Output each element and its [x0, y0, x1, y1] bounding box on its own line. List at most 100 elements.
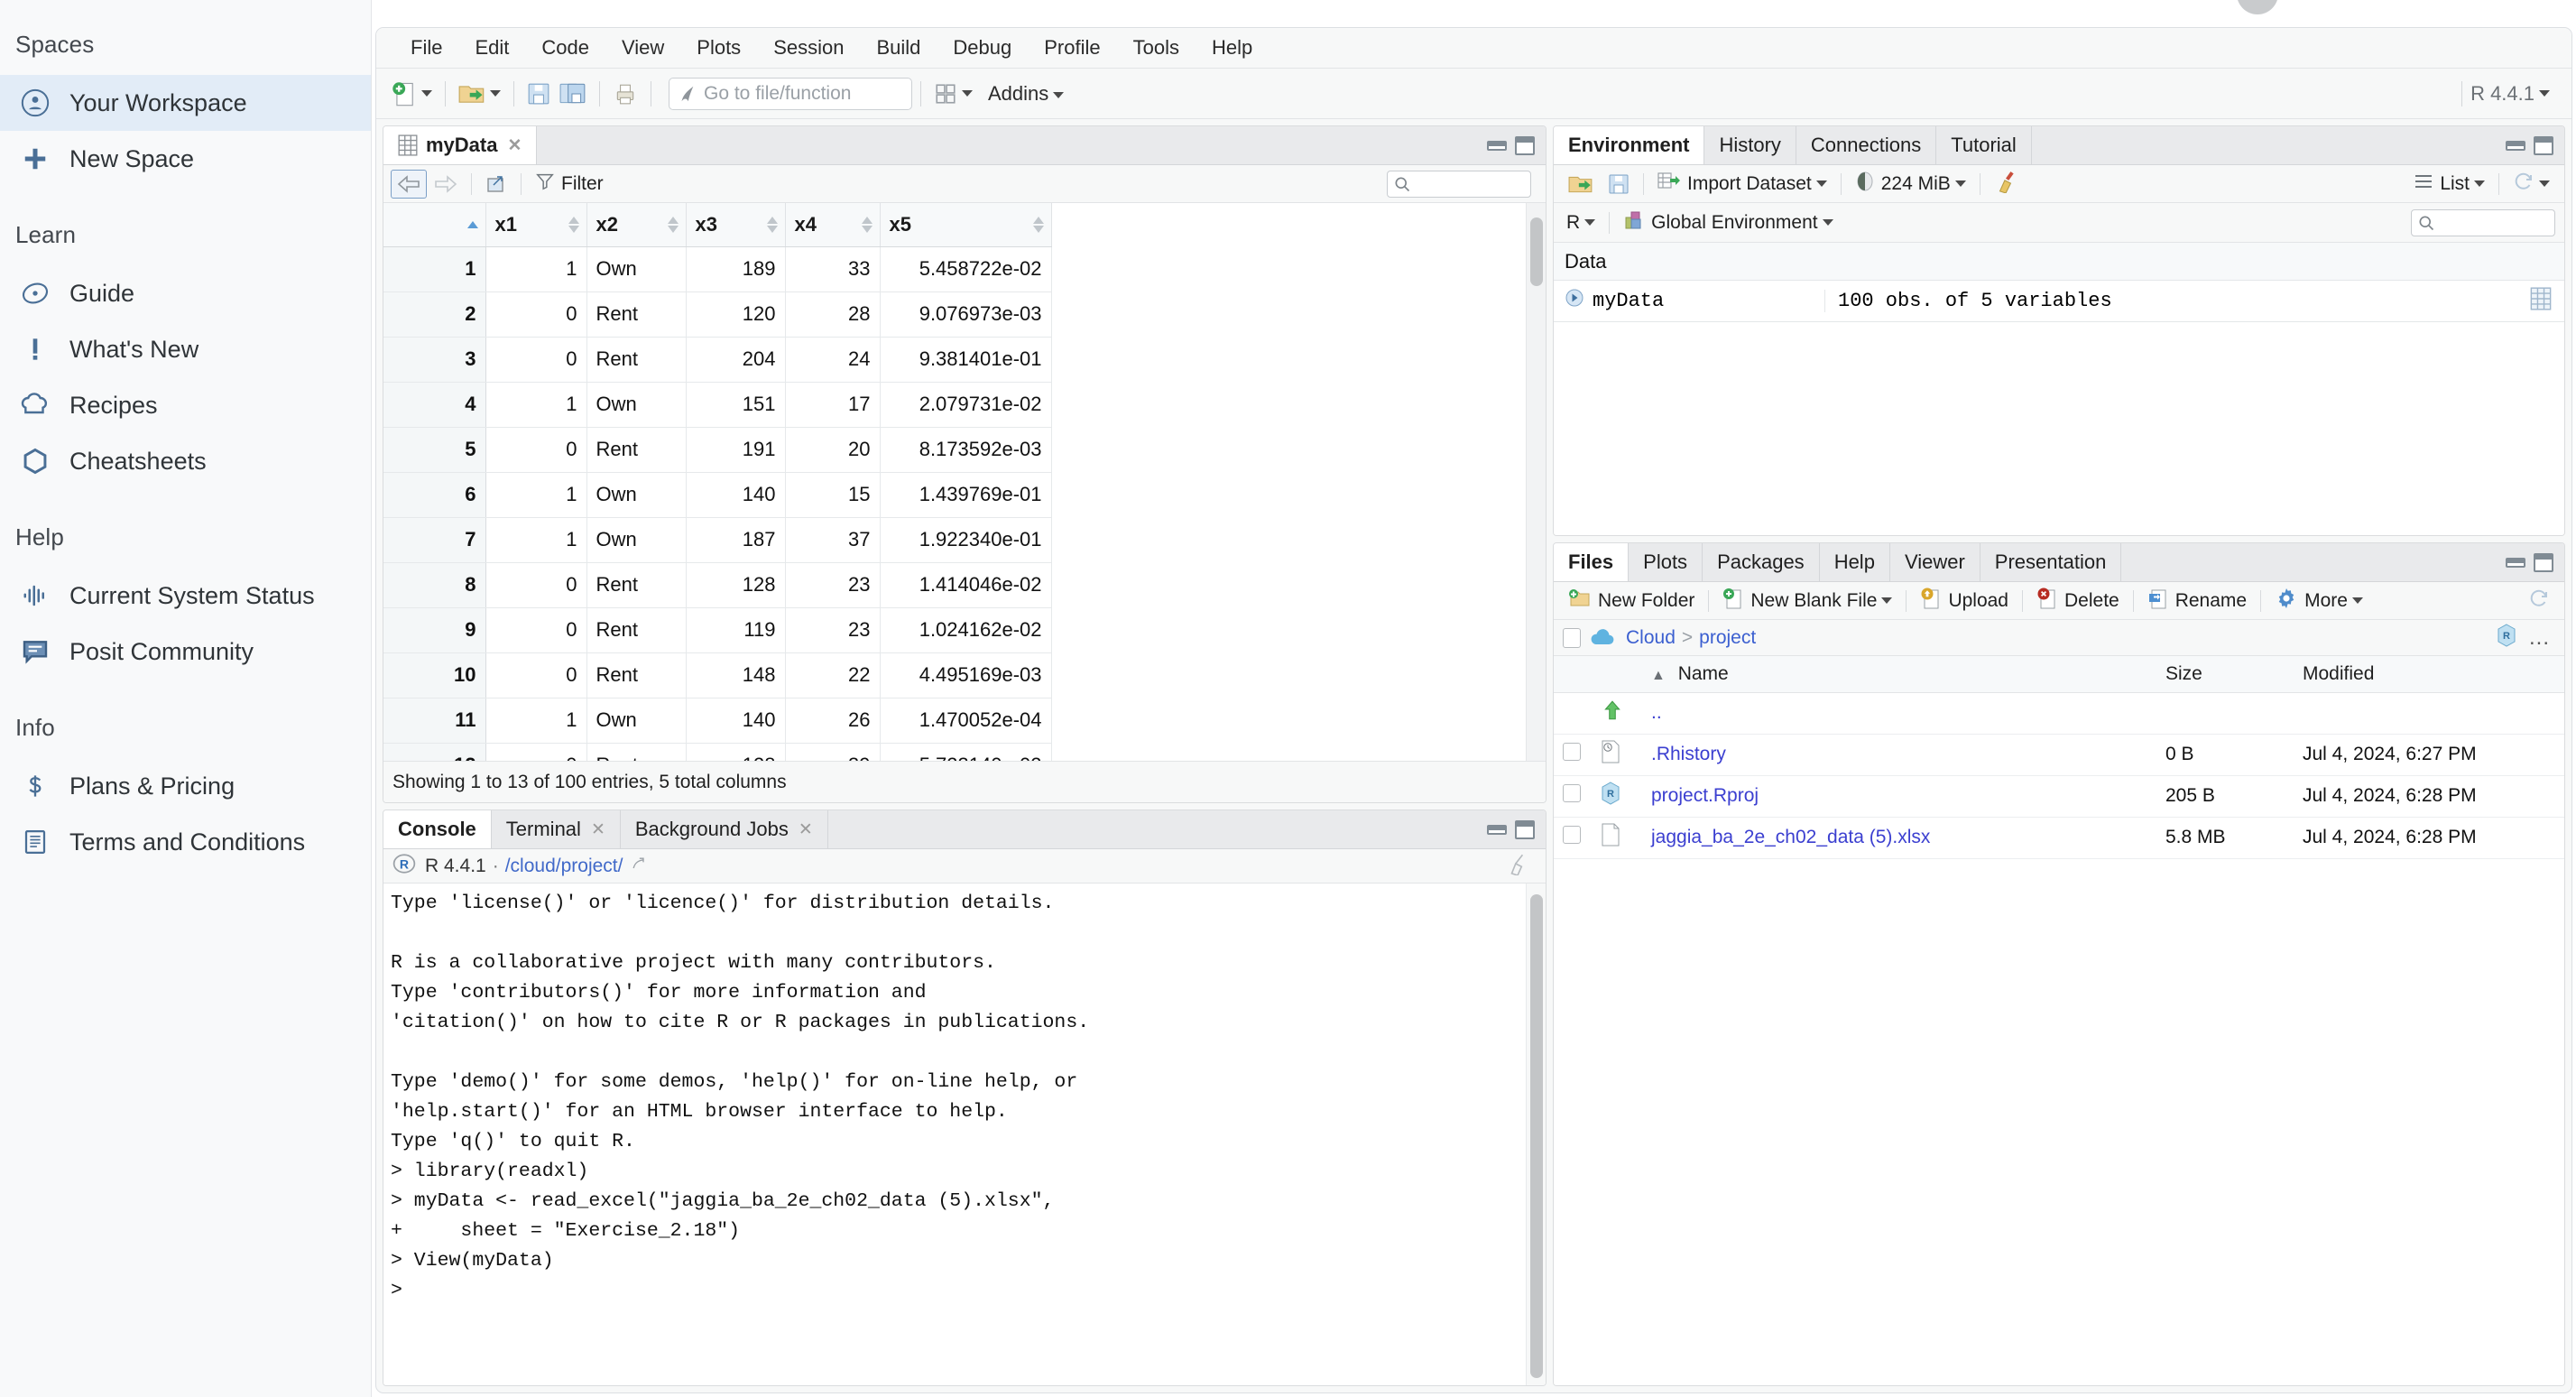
addins-button[interactable]: Addins: [988, 82, 1048, 106]
open-file-button[interactable]: [454, 75, 505, 113]
refresh-files-button[interactable]: [2521, 586, 2557, 616]
tab-plots[interactable]: Plots: [1629, 543, 1703, 581]
sort-arrows[interactable]: [1032, 216, 1044, 233]
menu-view[interactable]: View: [605, 32, 680, 63]
chevron-down-icon[interactable]: [421, 90, 432, 97]
files-column-header-modified[interactable]: Modified: [2294, 656, 2564, 693]
sidebar-item-recipes[interactable]: Recipes: [0, 377, 371, 433]
broom-icon[interactable]: [1506, 852, 1537, 881]
tab-terminal[interactable]: Terminal ✕: [491, 810, 621, 848]
minimize-pane-icon[interactable]: [2506, 557, 2525, 568]
menu-file[interactable]: File: [394, 32, 458, 63]
more-button[interactable]: More: [2267, 586, 2370, 616]
sidebar-item-plans-pricing[interactable]: Plans & Pricing: [0, 758, 371, 814]
column-header-rownum[interactable]: [383, 203, 486, 247]
file-name-cell[interactable]: jaggia_ba_2e_ch02_data (5).xlsx: [1642, 817, 2156, 859]
tab-packages[interactable]: Packages: [1703, 543, 1820, 581]
sort-arrows[interactable]: [568, 216, 579, 233]
file-name-link[interactable]: .Rhistory: [1651, 744, 1726, 764]
sidebar-item-new-space[interactable]: New Space: [0, 131, 371, 187]
tab-connections[interactable]: Connections: [1796, 126, 1937, 164]
tab-environment[interactable]: Environment: [1554, 126, 1705, 164]
sort-arrows[interactable]: [861, 216, 873, 233]
menu-session[interactable]: Session: [757, 32, 860, 63]
chevron-down-icon[interactable]: [1053, 91, 1065, 98]
refresh-environment-button[interactable]: [2506, 169, 2557, 199]
file-name-link[interactable]: project.Rproj: [1651, 785, 1759, 806]
column-header-x1[interactable]: x1: [485, 203, 587, 247]
files-overflow-menu[interactable]: ...: [2529, 625, 2550, 651]
avatar[interactable]: [2237, 0, 2278, 14]
file-name-link[interactable]: ..: [1651, 702, 1662, 723]
menu-build[interactable]: Build: [860, 32, 937, 63]
tab-help[interactable]: Help: [1819, 543, 1890, 581]
data-viewer-scrollbar[interactable]: [1526, 203, 1546, 761]
chevron-down-icon[interactable]: [1954, 180, 1966, 187]
tab-mydata[interactable]: myData ✕: [383, 126, 538, 164]
chevron-down-icon[interactable]: [962, 90, 973, 97]
file-select-checkbox[interactable]: [1563, 743, 1581, 761]
file-name-cell[interactable]: .Rhistory: [1642, 734, 2156, 776]
rproj-icon[interactable]: R: [2497, 623, 2516, 652]
column-header-x4[interactable]: x4: [785, 203, 881, 247]
scrollbar-thumb[interactable]: [1530, 217, 1543, 286]
new-file-button[interactable]: [387, 75, 437, 113]
environment-scope-selector[interactable]: Global Environment: [1616, 208, 1840, 238]
file-row[interactable]: jaggia_ba_2e_ch02_data (5).xlsx 5.8 MB Jul…: [1554, 817, 2564, 859]
close-icon[interactable]: ✕: [799, 819, 813, 840]
files-column-header-name[interactable]: ▲ Name: [1642, 656, 2156, 693]
chevron-down-icon[interactable]: [490, 90, 501, 97]
tab-background-jobs[interactable]: Background Jobs ✕: [620, 810, 828, 848]
menu-tools[interactable]: Tools: [1117, 32, 1196, 63]
file-row[interactable]: .Rhistory 0 B Jul 4, 2024, 6:27 PM: [1554, 734, 2564, 776]
load-workspace-button[interactable]: [1561, 169, 1601, 199]
menu-edit[interactable]: Edit: [458, 32, 525, 63]
new-blank-file-button[interactable]: New Blank File: [1715, 586, 1899, 616]
maximize-pane-icon[interactable]: [1515, 819, 1535, 839]
save-all-button[interactable]: [555, 75, 591, 113]
close-icon[interactable]: ✕: [591, 819, 605, 840]
file-row[interactable]: ..: [1554, 692, 2564, 735]
files-column-header-size[interactable]: Size: [2156, 656, 2294, 693]
clear-environment-button[interactable]: [1987, 169, 2025, 199]
menu-plots[interactable]: Plots: [680, 32, 757, 63]
file-name-cell[interactable]: ..: [1642, 692, 2156, 735]
chevron-down-icon[interactable]: [1815, 180, 1827, 187]
menu-help[interactable]: Help: [1196, 32, 1269, 63]
close-icon[interactable]: ✕: [507, 135, 522, 156]
language-selector[interactable]: R: [1563, 208, 1602, 238]
import-dataset-button[interactable]: Import Dataset: [1650, 169, 1834, 199]
chevron-down-icon[interactable]: [2351, 597, 2363, 604]
delete-button[interactable]: Delete: [2029, 586, 2127, 616]
sidebar-item-current-system-status[interactable]: Current System Status: [0, 568, 371, 624]
minimize-pane-icon[interactable]: [1487, 824, 1507, 835]
tab-files[interactable]: Files: [1554, 543, 1630, 581]
sidebar-item-posit-community[interactable]: Posit Community: [0, 624, 371, 680]
rename-button[interactable]: Rename: [2140, 586, 2254, 616]
console-scrollbar[interactable]: [1526, 884, 1546, 1385]
memory-usage-button[interactable]: 224 MiB: [1848, 169, 1973, 199]
forward-arrow-icon[interactable]: [427, 169, 465, 199]
column-header-x2[interactable]: x2: [586, 203, 687, 247]
upload-button[interactable]: Upload: [1913, 586, 2016, 616]
menu-profile[interactable]: Profile: [1028, 32, 1116, 63]
select-all-checkbox[interactable]: [1563, 627, 1581, 648]
popout-window-icon[interactable]: [478, 169, 514, 199]
chevron-down-icon[interactable]: [2474, 180, 2485, 187]
file-select-checkbox[interactable]: [1563, 784, 1581, 802]
expand-circle-icon[interactable]: [1565, 288, 1584, 314]
sidebar-item-whats-new[interactable]: What's New: [0, 321, 371, 377]
chevron-down-icon[interactable]: [1881, 597, 1893, 604]
tab-history[interactable]: History: [1704, 126, 1796, 164]
chevron-down-icon[interactable]: [1584, 219, 1596, 226]
tab-tutorial[interactable]: Tutorial: [1936, 126, 2032, 164]
r-version-selector[interactable]: R 4.4.1: [2453, 80, 2559, 106]
column-header-x3[interactable]: x3: [686, 203, 786, 247]
sidebar-item-terms-and-conditions[interactable]: Terms and Conditions: [0, 814, 371, 870]
back-arrow-icon[interactable]: [391, 169, 427, 199]
environment-search-input[interactable]: [2411, 208, 2555, 236]
sort-arrows[interactable]: [766, 216, 778, 233]
menu-code[interactable]: Code: [525, 32, 605, 63]
tab-viewer[interactable]: Viewer: [1889, 543, 1980, 581]
console-output-area[interactable]: Type 'license()' or 'licence()' for dist…: [383, 884, 1546, 1385]
